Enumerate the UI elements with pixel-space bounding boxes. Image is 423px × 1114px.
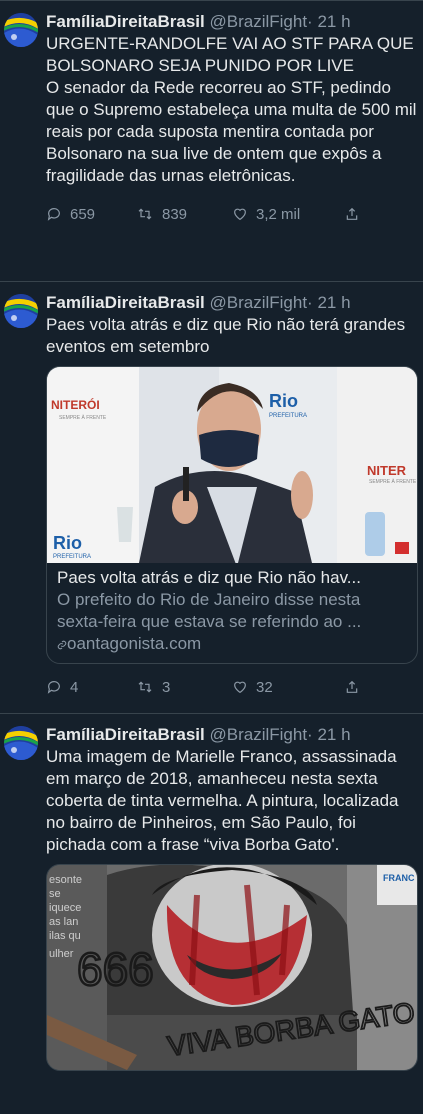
separator-dot: ·	[307, 12, 313, 31]
rio-prefeitura-bottom: PREFEITURA	[53, 554, 91, 560]
tweet-paragraph: Uma imagem de Marielle Franco, assassina…	[46, 747, 399, 854]
author-name[interactable]: FamíliaDireitaBrasil	[46, 293, 205, 312]
separator-dot: ·	[307, 725, 313, 744]
tweet-media[interactable]: FRANC esonte se iquece as lan ilas qu ul…	[46, 864, 418, 1071]
tweet-header: FamíliaDireitaBrasil @BrazilFight· 21 h	[46, 11, 417, 33]
wall-text-franc: FRANC	[383, 873, 415, 883]
tweet-header: FamíliaDireitaBrasil @BrazilFight· 21 h	[46, 724, 417, 746]
share-button[interactable]	[344, 679, 360, 695]
tweet-actions: 4 3 32	[46, 666, 417, 708]
like-button[interactable]: 32	[232, 679, 344, 696]
link-card-title[interactable]: Paes volta atrás e diz que Rio não hav..…	[57, 567, 407, 589]
wall-text: as lan	[49, 916, 78, 928]
link-card-text[interactable]: Paes volta atrás e diz que Rio não hav..…	[47, 563, 417, 663]
share-icon	[346, 207, 358, 220]
tweet-header: FamíliaDireitaBrasil @BrazilFight· 21 h	[46, 292, 417, 314]
wall-text: iquece	[49, 902, 81, 914]
timestamp[interactable]: 21 h	[317, 12, 350, 31]
reply-count: 659	[70, 205, 96, 223]
rio-prefeitura-top: PREFEITURA	[269, 413, 307, 419]
author-handle[interactable]: @BrazilFight	[209, 293, 307, 312]
share-icon	[346, 680, 358, 693]
avatar[interactable]	[4, 294, 38, 328]
tweet-paragraph: Paes volta atrás e diz que Rio não terá …	[46, 315, 406, 356]
niteroi-logo-right: NITER	[367, 463, 407, 478]
link-card-image[interactable]: NITERÓI SEMPRE À FRENTE Rio PREFEITURA N…	[47, 367, 417, 563]
reply-icon	[47, 208, 60, 221]
avatar[interactable]	[4, 726, 38, 760]
reply-button[interactable]: 659	[46, 206, 136, 223]
reply-button[interactable]: 4	[46, 679, 136, 696]
rio-logo-top: Rio	[269, 391, 298, 411]
link-domain-text: oantagonista.com	[67, 634, 202, 653]
link-icon	[57, 640, 67, 650]
like-count: 3,2 mil	[256, 205, 301, 223]
author-name[interactable]: FamíliaDireitaBrasil	[46, 12, 205, 31]
retweet-icon	[138, 208, 152, 220]
tweet[interactable]: FamíliaDireitaBrasil @BrazilFight· 21 h …	[0, 1, 423, 282]
niteroi-tagline-right: SEMPRE À FRENTE	[369, 478, 417, 485]
author-handle[interactable]: @BrazilFight	[209, 12, 307, 31]
link-card[interactable]: NITERÓI SEMPRE À FRENTE Rio PREFEITURA N…	[46, 366, 418, 664]
link-card-domain[interactable]: oantagonista.com	[57, 633, 407, 655]
tweet[interactable]: FamíliaDireitaBrasil @BrazilFight· 21 h …	[0, 282, 423, 714]
link-card-description: O prefeito do Rio de Janeiro disse nesta…	[57, 590, 362, 631]
like-count: 32	[256, 678, 273, 696]
tweet-text: Uma imagem de Marielle Franco, assassina…	[46, 746, 417, 856]
wall-text: se	[49, 888, 61, 900]
author-name[interactable]: FamíliaDireitaBrasil	[46, 725, 205, 744]
timestamp[interactable]: 21 h	[317, 293, 350, 312]
niteroi-tagline-left: SEMPRE À FRENTE	[59, 414, 107, 421]
niteroi-logo-left: NITERÓI	[51, 397, 100, 412]
like-button[interactable]: 3,2 mil	[232, 206, 344, 223]
wall-text: esonte	[49, 874, 82, 886]
author-handle[interactable]: @BrazilFight	[209, 725, 307, 744]
tweet[interactable]: FamíliaDireitaBrasil @BrazilFight· 21 h …	[0, 714, 423, 1114]
wall-text: ilas qu	[49, 930, 81, 942]
separator-dot: ·	[307, 293, 313, 312]
reply-count: 4	[70, 678, 79, 696]
reply-icon	[47, 681, 60, 694]
tweet-text: URGENTE-RANDOLFE VAI AO STF PARA QUE BOL…	[46, 33, 417, 187]
tweet-paragraph: O senador da Rede recorreu ao STF, pedin…	[46, 78, 417, 185]
share-button[interactable]	[344, 206, 360, 222]
retweet-icon	[138, 681, 152, 693]
timestamp[interactable]: 21 h	[317, 725, 350, 744]
tweet-actions: 659 839 3,2 mil	[46, 193, 417, 235]
heart-icon	[234, 208, 246, 221]
tweet-headline: URGENTE-RANDOLFE VAI AO STF PARA QUE BOL…	[46, 34, 414, 75]
rio-logo-bottom: Rio	[53, 533, 82, 553]
graffiti-photo[interactable]: FRANC esonte se iquece as lan ilas qu ul…	[47, 865, 417, 1070]
retweet-count: 3	[162, 678, 171, 696]
heart-icon	[234, 681, 246, 694]
tweet-text: Paes volta atrás e diz que Rio não terá …	[46, 314, 417, 358]
wall-text: ulher	[49, 948, 74, 960]
avatar[interactable]	[4, 13, 38, 47]
graffiti-numbers: 666	[77, 943, 154, 995]
retweet-button[interactable]: 839	[136, 206, 232, 223]
retweet-button[interactable]: 3	[136, 679, 232, 696]
retweet-count: 839	[162, 205, 188, 223]
